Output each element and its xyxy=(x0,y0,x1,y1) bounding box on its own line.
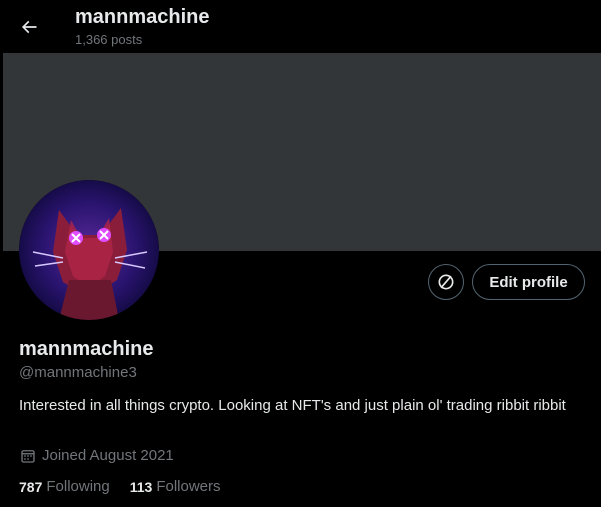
profile-page: mannmachine 1,366 posts Edit profile man… xyxy=(0,0,601,507)
profile-header: mannmachine 1,366 posts xyxy=(0,0,601,53)
arrow-left-icon xyxy=(21,20,37,34)
joined-text: Joined August 2021 xyxy=(42,447,174,464)
header-title: mannmachine xyxy=(75,6,210,28)
followers-count: 113 xyxy=(129,479,153,495)
calendar-icon xyxy=(21,450,35,463)
back-button[interactable] xyxy=(12,10,46,44)
following-link[interactable]: 787 Following xyxy=(19,477,110,497)
circle-slash-icon xyxy=(438,274,454,290)
avatar[interactable] xyxy=(19,180,159,320)
user-handle: @mannmachine3 xyxy=(19,364,137,381)
followers-label: Followers xyxy=(156,478,221,495)
verified-button[interactable] xyxy=(428,264,464,300)
follow-stats: 787 Following 113 Followers xyxy=(19,477,241,497)
following-count: 787 xyxy=(19,479,43,495)
profile-bio: Interested in all things crypto. Looking… xyxy=(19,397,566,414)
edit-profile-button[interactable]: Edit profile xyxy=(472,264,585,300)
post-count: 1,366 posts xyxy=(75,32,143,47)
followers-link[interactable]: 113 Followers xyxy=(130,477,221,497)
display-name: mannmachine xyxy=(19,338,154,360)
header-title-group: mannmachine 1,366 posts xyxy=(75,5,209,48)
joined-date: Joined August 2021 xyxy=(19,446,174,466)
following-label: Following xyxy=(46,478,110,495)
avatar-image xyxy=(19,180,159,320)
